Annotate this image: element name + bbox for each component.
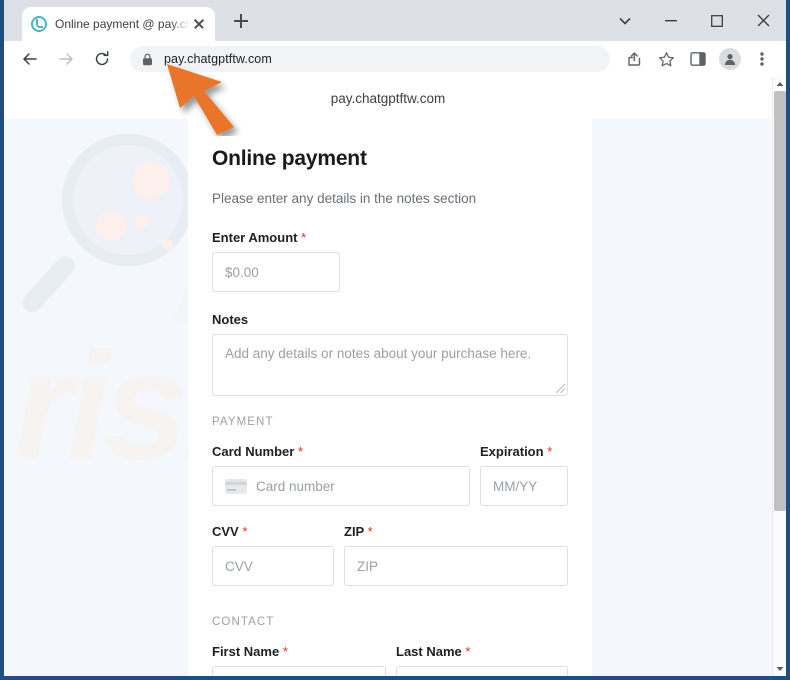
reload-button[interactable] bbox=[87, 44, 117, 74]
amount-field-block: Enter Amount * $0.00 bbox=[212, 230, 568, 292]
first-name-input[interactable]: First Name bbox=[212, 666, 386, 676]
card-number-placeholder: Card number bbox=[256, 478, 335, 494]
card-number-label-text: Card Number bbox=[212, 444, 295, 459]
watermark-dot bbox=[96, 211, 126, 241]
scrollbar-thumb[interactable] bbox=[774, 91, 786, 511]
expiration-field-block: Expiration * MM/YY bbox=[480, 444, 568, 506]
required-mark: * bbox=[301, 230, 307, 245]
name-row: First Name * First Name Last Name * Last… bbox=[212, 644, 568, 676]
page-subtitle: Please enter any details in the notes se… bbox=[212, 191, 477, 206]
close-icon[interactable] bbox=[740, 4, 786, 38]
required-mark: * bbox=[465, 644, 471, 659]
browser-window: Online payment @ pay.chatgptftw.com bbox=[0, 0, 790, 680]
credit-card-icon bbox=[225, 478, 247, 494]
required-mark: * bbox=[282, 644, 288, 659]
page-scrollbar[interactable] bbox=[772, 77, 786, 676]
notes-label: Notes bbox=[212, 312, 249, 327]
tab-title: Online payment @ pay.chatgptftw.com bbox=[55, 17, 190, 31]
required-mark: * bbox=[367, 524, 373, 539]
lock-icon bbox=[142, 53, 154, 66]
site-favicon bbox=[31, 16, 47, 32]
profile-avatar-icon[interactable] bbox=[716, 45, 744, 73]
cvv-label: CVV * bbox=[212, 524, 334, 539]
magnifier-watermark-icon bbox=[62, 134, 194, 266]
minimize-icon[interactable] bbox=[648, 4, 694, 38]
card-number-field-block: Card Number * Card number bbox=[212, 444, 470, 506]
payment-section-heading: PAYMENT bbox=[212, 416, 274, 428]
bookmark-star-icon[interactable] bbox=[652, 45, 680, 73]
expiration-label: Expiration * bbox=[480, 444, 568, 459]
zip-label: ZIP * bbox=[344, 524, 568, 539]
card-row: Card Number * Card number Expiration * M… bbox=[212, 444, 568, 506]
site-domain-text: pay.chatgptftw.com bbox=[330, 90, 446, 106]
back-button[interactable] bbox=[15, 44, 45, 74]
last-name-field-block: Last Name * Last Name bbox=[396, 644, 568, 676]
page-title: Online payment bbox=[212, 147, 367, 170]
zip-input[interactable]: ZIP bbox=[344, 546, 568, 586]
tab-close-icon[interactable] bbox=[190, 15, 208, 33]
tab-search-icon[interactable] bbox=[602, 4, 648, 38]
card-number-label: Card Number * bbox=[212, 444, 470, 459]
required-mark: * bbox=[242, 524, 248, 539]
expiration-placeholder: MM/YY bbox=[493, 478, 538, 494]
notes-field-block: Notes Add any details or notes about you… bbox=[212, 312, 568, 396]
avatar bbox=[719, 48, 741, 70]
cvv-input[interactable]: CVV bbox=[212, 546, 334, 586]
magnifier-handle bbox=[18, 252, 79, 316]
watermark-dot bbox=[132, 161, 170, 199]
expiration-input[interactable]: MM/YY bbox=[480, 466, 568, 506]
amount-label-text: Enter Amount bbox=[212, 230, 298, 245]
first-name-field-block: First Name * First Name bbox=[212, 644, 386, 676]
browser-toolbar: pay.chatgptftw.com bbox=[4, 41, 786, 77]
maximize-icon[interactable] bbox=[694, 4, 740, 38]
share-icon[interactable] bbox=[620, 45, 648, 73]
first-name-label-text: First Name bbox=[212, 644, 280, 659]
tab-online-payment[interactable]: Online payment @ pay.chatgptftw.com bbox=[22, 7, 215, 41]
watermark-dot bbox=[162, 239, 173, 250]
last-name-label-text: Last Name bbox=[396, 644, 462, 659]
amount-label: Enter Amount * bbox=[212, 230, 568, 245]
zip-label-text: ZIP bbox=[344, 524, 364, 539]
required-mark: * bbox=[297, 444, 304, 459]
contact-section-heading: CONTACT bbox=[212, 616, 275, 628]
scrollbar-down-arrow[interactable] bbox=[773, 662, 786, 676]
window-controls bbox=[602, 0, 786, 41]
zip-field-block: ZIP * ZIP bbox=[344, 524, 568, 586]
notes-placeholder: Add any details or notes about your purc… bbox=[225, 346, 532, 361]
side-panel-icon[interactable] bbox=[684, 45, 712, 73]
more-menu-icon[interactable] bbox=[748, 45, 776, 73]
required-mark: * bbox=[547, 444, 553, 459]
page-viewport: pay.chatgptftw.com // riskcom Online pay… bbox=[4, 77, 786, 676]
address-bar[interactable]: pay.chatgptftw.com bbox=[130, 46, 610, 72]
scrollbar-up-arrow[interactable] bbox=[773, 77, 786, 91]
zip-placeholder: ZIP bbox=[357, 558, 379, 574]
site-domain-banner: pay.chatgptftw.com bbox=[4, 77, 772, 119]
amount-input[interactable]: $0.00 bbox=[212, 252, 340, 292]
card-number-input[interactable]: Card number bbox=[212, 466, 470, 506]
notes-textarea[interactable]: Add any details or notes about your purc… bbox=[212, 334, 568, 396]
watermark-dot bbox=[135, 215, 149, 229]
expiration-label-text: Expiration bbox=[480, 444, 544, 459]
amount-placeholder: $0.00 bbox=[225, 264, 259, 280]
forward-button[interactable] bbox=[51, 44, 81, 74]
payment-form-card: Online payment Please enter any details … bbox=[188, 119, 592, 676]
cvv-label-text: CVV bbox=[212, 524, 239, 539]
cvv-field-block: CVV * CVV bbox=[212, 524, 334, 586]
cvv-zip-row: CVV * CVV ZIP * ZIP bbox=[212, 524, 568, 586]
cvv-placeholder: CVV bbox=[225, 558, 253, 574]
last-name-input[interactable]: Last Name bbox=[396, 666, 568, 676]
last-name-label: Last Name * bbox=[396, 644, 568, 659]
first-name-label: First Name * bbox=[212, 644, 386, 659]
new-tab-button[interactable] bbox=[228, 8, 254, 34]
address-bar-url: pay.chatgptftw.com bbox=[164, 52, 272, 66]
